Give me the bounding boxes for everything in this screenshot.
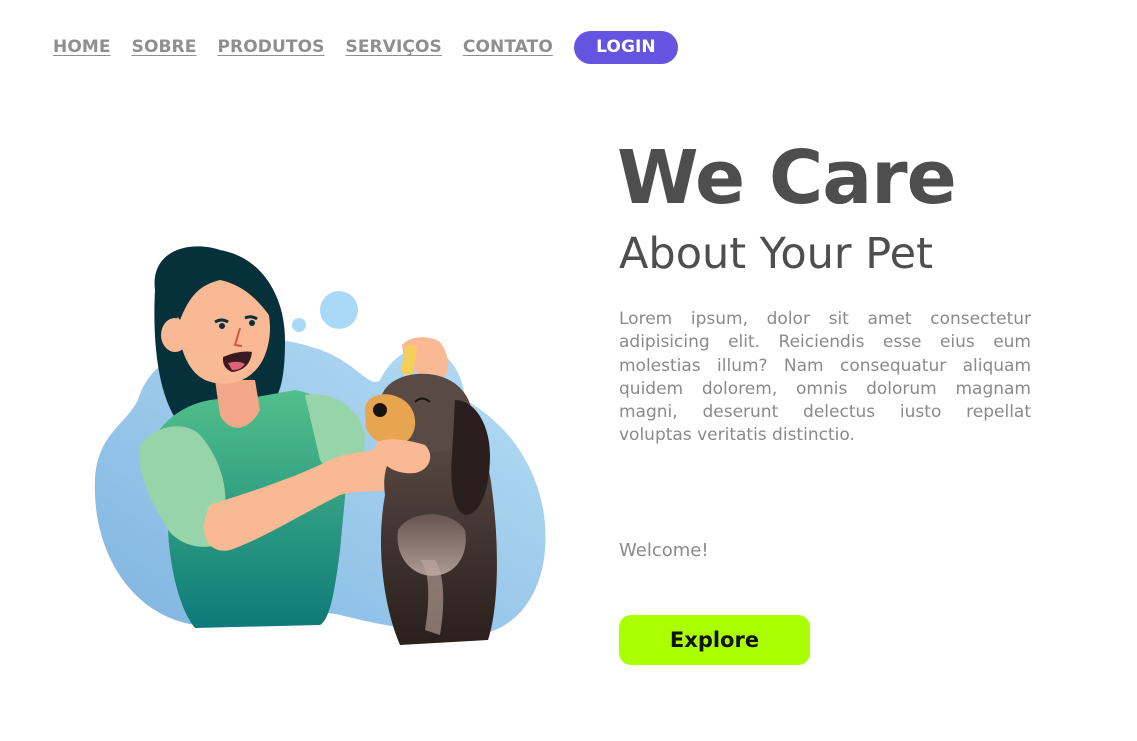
hero-description: Lorem ipsum, dolor sit amet consectetur … <box>619 309 1031 446</box>
landing-page: HOME SOBRE PRODUTOS SERVIÇOS CONTATO LOG… <box>0 0 1137 741</box>
nav-sobre-link[interactable]: SOBRE <box>132 31 197 64</box>
welcome-text: Welcome! <box>619 540 709 561</box>
nav-contato-link[interactable]: CONTATO <box>463 31 553 64</box>
main-nav: HOME SOBRE PRODUTOS SERVIÇOS CONTATO LOG… <box>53 31 678 64</box>
login-button[interactable]: LOGIN <box>573 31 678 64</box>
nav-servicos-link[interactable]: SERVIÇOS <box>345 31 441 64</box>
nav-home-link[interactable]: HOME <box>53 31 111 64</box>
hero-illustration <box>80 230 560 670</box>
hero-subheadline: About Your Pet <box>619 229 933 279</box>
nav-produtos-link[interactable]: PRODUTOS <box>217 31 324 64</box>
pet-care-illustration-icon <box>94 246 546 645</box>
explore-button[interactable]: Explore <box>619 615 810 665</box>
hero-headline: We Care <box>617 135 957 221</box>
